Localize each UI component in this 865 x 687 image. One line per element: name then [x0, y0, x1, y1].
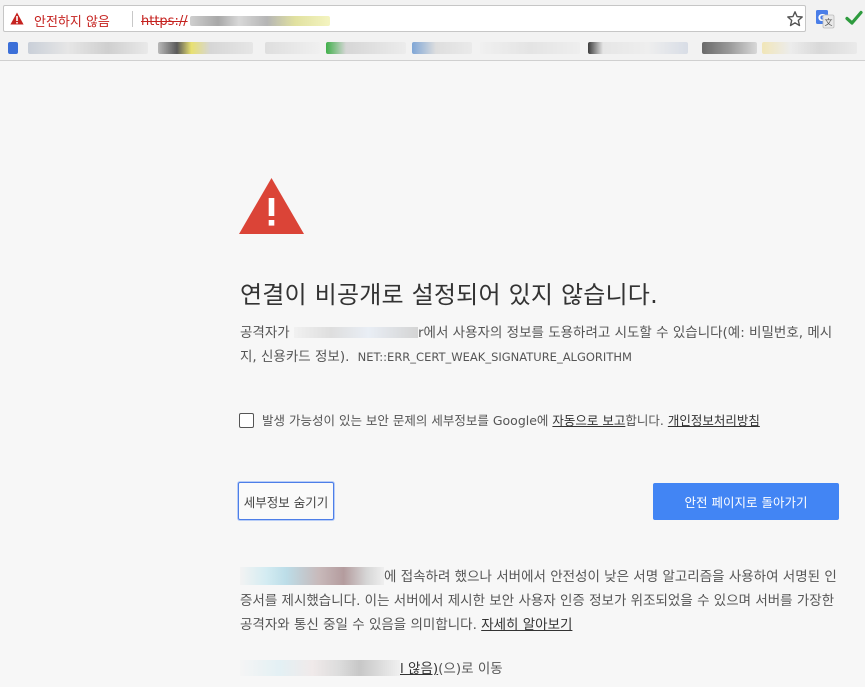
- bookmark-item[interactable]: [326, 42, 406, 54]
- security-status-label[interactable]: 안전하지 않음: [34, 11, 110, 30]
- extended-reporting-checkbox[interactable]: [239, 413, 254, 428]
- not-secure-warning-icon[interactable]: [10, 12, 24, 25]
- explanation-prefix: 공격자가: [240, 325, 294, 341]
- proceed-host-redacted: [240, 660, 400, 676]
- privacy-policy-link[interactable]: 개인정보처리방침: [668, 413, 760, 428]
- proceed-unsafe-link[interactable]: l 않음): [400, 661, 438, 677]
- bookmark-item[interactable]: [702, 42, 757, 54]
- error-code[interactable]: NET::ERR_CERT_WEAK_SIGNATURE_ALGORITHM: [358, 350, 632, 364]
- auto-report-link[interactable]: 자동으로 보고: [552, 413, 625, 428]
- bookmarks-bar: [0, 38, 865, 61]
- translate-extension-icon[interactable]: G 文: [815, 9, 835, 29]
- url-scheme: https://: [141, 14, 188, 29]
- bookmark-item[interactable]: [762, 42, 857, 54]
- bookmark-item[interactable]: [8, 42, 18, 54]
- checkmark-extension-icon[interactable]: [845, 9, 863, 27]
- bookmark-item[interactable]: [412, 42, 472, 54]
- svg-text:文: 文: [825, 17, 833, 27]
- site-host-redacted: [293, 327, 418, 338]
- proceed-suffix: (으)로 이동: [438, 661, 503, 677]
- back-to-safety-button[interactable]: 안전 페이지로 돌아가기: [653, 483, 839, 520]
- browser-toolbar: 안전하지 않음 https:// G 文: [0, 0, 865, 38]
- explanation-paragraph: 공격자가 r에서 사용자의 정보를 도용하려고 시도할 수 있습니다(예: 비밀…: [240, 321, 840, 369]
- bookmark-item[interactable]: [480, 42, 580, 54]
- learn-more-link[interactable]: 자세히 알아보기: [481, 617, 572, 633]
- bookmark-item[interactable]: [28, 42, 148, 54]
- bookmark-item[interactable]: [158, 42, 253, 54]
- url-text[interactable]: https://: [141, 10, 330, 29]
- extended-reporting-option: 발생 가능성이 있는 보안 문제의 세부정보를 Google에 자동으로 보고합…: [239, 410, 760, 429]
- report-text-before: 발생 가능성이 있는 보안 문제의 세부정보를 Google에: [262, 413, 553, 428]
- address-bar[interactable]: 안전하지 않음 https://: [3, 5, 806, 32]
- url-host-redacted: [189, 16, 330, 26]
- bookmark-item[interactable]: [588, 42, 688, 54]
- report-text-after: 합니다.: [625, 413, 668, 428]
- omnibox-divider: [132, 11, 133, 27]
- bookmark-star-icon[interactable]: [786, 10, 804, 28]
- page-headline: 연결이 비공개로 설정되어 있지 않습니다.: [240, 281, 658, 309]
- proceed-unsafe-row: l 않음)(으)로 이동: [240, 657, 503, 677]
- hide-details-button[interactable]: 세부정보 숨기기: [238, 482, 334, 520]
- details-host-redacted: [240, 567, 384, 585]
- bookmark-item[interactable]: [265, 42, 320, 54]
- red-warning-triangle-icon: [239, 178, 304, 234]
- details-paragraph: 에 접속하려 했으나 서버에서 안전성이 낮은 서명 알고리즘을 사용하여 서명…: [240, 565, 840, 637]
